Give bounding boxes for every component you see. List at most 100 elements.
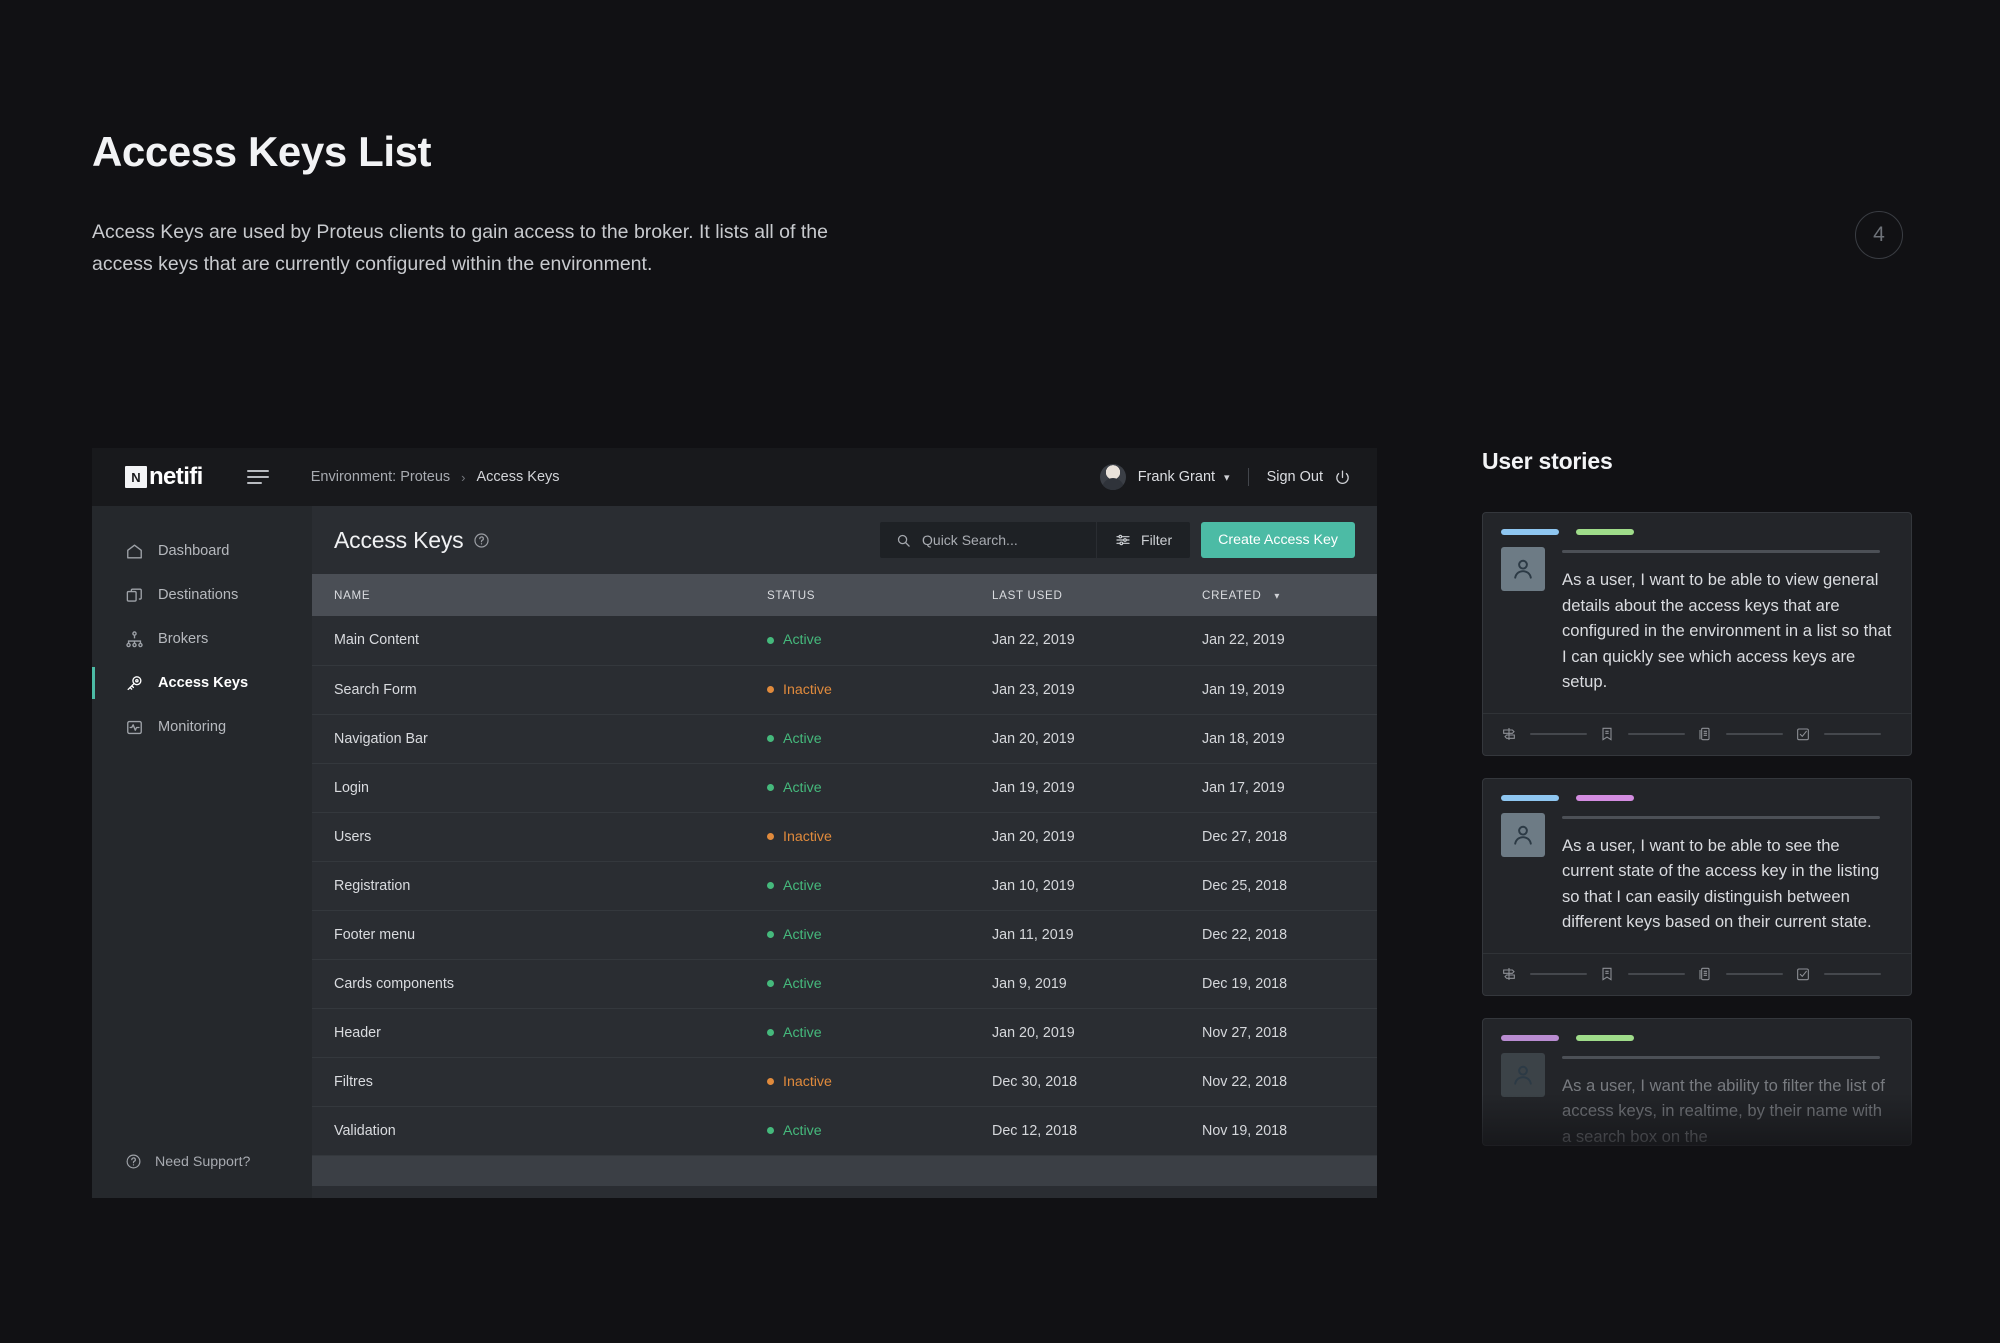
help-circle-icon[interactable]: [473, 532, 490, 549]
breadcrumb-environment[interactable]: Environment: Proteus: [311, 469, 450, 485]
placeholder-line: [1530, 973, 1587, 976]
cell-status: Active: [767, 861, 992, 910]
cell-last-used: Jan 22, 2019: [992, 632, 1075, 649]
app-window: N netifi Environment: Proteus › Access K…: [92, 448, 1377, 1198]
sidebar-item-dashboard[interactable]: Dashboard: [92, 529, 312, 573]
brand-logo[interactable]: N netifi: [125, 463, 203, 491]
status-badge: Active: [767, 878, 992, 894]
table-row[interactable]: Main Content Active Jan 22, 2019 Jan 22, 20…: [312, 616, 1377, 665]
user-name[interactable]: Frank Grant: [1138, 469, 1215, 485]
content-header: Access Keys Quick Search... Filter Creat…: [312, 506, 1377, 574]
cell-last-used: Dec 12, 2018: [992, 1122, 1078, 1139]
status-badge: Active: [767, 927, 992, 943]
status-label: Inactive: [783, 681, 832, 698]
page-number-badge: 4: [1855, 211, 1903, 259]
user-story-card[interactable]: As a user, I want to be able to view gen…: [1482, 512, 1912, 756]
column-header-created-label: CREATED: [1202, 588, 1262, 602]
status-badge: Active: [767, 780, 992, 796]
sidebar-item-brokers[interactable]: Brokers: [92, 617, 312, 661]
story-meta-item[interactable]: [1501, 726, 1599, 742]
table-row[interactable]: Header Active Jan 20, 2019 Nov 27, 2018: [312, 1008, 1377, 1057]
status-dot-icon: [767, 1029, 774, 1036]
avatar[interactable]: [1099, 464, 1126, 490]
chevron-right-icon: ›: [461, 469, 466, 485]
cell-last-used: Jan 20, 2019: [992, 1024, 1075, 1041]
status-dot-icon: [767, 1127, 774, 1134]
user-story-card[interactable]: As a user, I want to be able to see the …: [1482, 777, 1912, 996]
cell-name: Filtres: [334, 1073, 373, 1090]
table-row[interactable]: Filtres Inactive Dec 30, 2018 Nov 22, 2018: [312, 1057, 1377, 1106]
sidebar-item-destinations[interactable]: Destinations: [92, 573, 312, 617]
home-icon: [125, 542, 144, 561]
cell-status: Active: [767, 959, 992, 1008]
cell-status: Inactive: [767, 665, 992, 714]
story-meta-item[interactable]: [1697, 966, 1795, 982]
column-header-created[interactable]: CREATED ▾: [1202, 574, 1377, 616]
story-text: As a user, I want to be able to see the …: [1562, 835, 1880, 932]
intro-block: Access Keys List Access Keys are used by…: [92, 128, 852, 280]
cell-last-used: Jan 11, 2019: [992, 926, 1074, 943]
story-meta-item[interactable]: [1599, 726, 1697, 742]
logo-text: netifi: [149, 463, 203, 490]
create-access-key-button[interactable]: Create Access Key: [1201, 522, 1355, 558]
table-head: NAME STATUS LAST USED CREATED ▾: [312, 574, 1377, 616]
table-row[interactable]: Users Inactive Jan 20, 2019 Dec 27, 2018: [312, 812, 1377, 861]
table-row[interactable]: Cards components Active Jan 9, 2019 Dec 19,…: [312, 959, 1377, 1008]
search-input[interactable]: [922, 532, 1081, 548]
cell-status: Active: [767, 1106, 992, 1155]
cell-created: Dec 25, 2018: [1202, 877, 1288, 894]
cell-created: Jan 18, 2019: [1202, 730, 1285, 747]
content-title: Access Keys: [334, 526, 464, 553]
sign-out-button[interactable]: Sign Out: [1267, 469, 1323, 485]
cell-last-used: Jan 10, 2019: [992, 877, 1075, 894]
status-dot-icon: [767, 833, 774, 840]
table-row[interactable]: Footer menu Active Jan 11, 2019 Dec 22, 201…: [312, 910, 1377, 959]
status-dot-icon: [767, 1078, 774, 1085]
status-dot-icon: [767, 735, 774, 742]
cell-last-used: Jan 20, 2019: [992, 828, 1075, 845]
power-icon[interactable]: [1334, 469, 1351, 486]
status-label: Active: [783, 877, 822, 894]
column-header-status[interactable]: STATUS: [767, 574, 992, 616]
sidebar-nav: Dashboard Destinations Brokers Access Ke…: [92, 506, 312, 749]
need-support-link[interactable]: Need Support?: [125, 1153, 250, 1170]
cell-created: Dec 27, 2018: [1202, 828, 1288, 845]
sidebar-item-monitoring[interactable]: Monitoring: [92, 705, 312, 749]
story-meta-item[interactable]: [1501, 966, 1599, 982]
table-row[interactable]: Validation Active Dec 12, 2018 Nov 19, 2018: [312, 1106, 1377, 1155]
story-text-column: As a user, I want to be able to view gen…: [1562, 547, 1893, 713]
filter-button[interactable]: Filter: [1097, 532, 1190, 548]
signpost-icon: [1501, 966, 1517, 982]
story-meta-item[interactable]: [1599, 966, 1697, 982]
status-label: Inactive: [783, 828, 832, 845]
story-body: As a user, I want the ability to filter …: [1501, 1052, 1893, 1145]
cell-last-used: Jan 20, 2019: [992, 730, 1075, 747]
table-row[interactable]: Login Active Jan 19, 2019 Jan 17, 2019: [312, 763, 1377, 812]
layers-icon: [125, 586, 144, 605]
column-header-last-used[interactable]: LAST USED: [992, 574, 1202, 616]
chevron-down-icon[interactable]: ▾: [1224, 471, 1230, 484]
cell-last-used: Dec 30, 2018: [992, 1073, 1078, 1090]
placeholder-line: [1628, 973, 1685, 976]
story-text-column: As a user, I want the ability to filter …: [1562, 1053, 1893, 1145]
user-stories-title: User stories: [1482, 448, 1613, 474]
story-meta-item[interactable]: [1795, 966, 1893, 982]
story-text: As a user, I want to be able to view gen…: [1562, 570, 1892, 692]
user-story-card[interactable]: As a user, I want the ability to filter …: [1482, 1017, 1912, 1146]
table-row[interactable]: Navigation Bar Active Jan 20, 2019 Jan 18, …: [312, 714, 1377, 763]
status-badge: Active: [767, 1123, 992, 1139]
story-meta-item[interactable]: [1697, 726, 1795, 742]
story-meta-item[interactable]: [1795, 726, 1893, 742]
search-box[interactable]: [880, 532, 1096, 548]
column-header-name[interactable]: NAME: [312, 574, 767, 616]
sidebar-item-label: Brokers: [158, 631, 209, 647]
user-stories-list: As a user, I want to be able to view gen…: [1482, 512, 1912, 1146]
table-row[interactable]: Search Form Inactive Jan 23, 2019 Jan 19, 2…: [312, 665, 1377, 714]
placeholder-line: [1562, 815, 1880, 819]
table-row[interactable]: Registration Active Jan 10, 2019 Dec 25, 20…: [312, 861, 1377, 910]
story-tag: [1576, 1034, 1634, 1041]
story-tag: [1501, 794, 1559, 801]
story-text-column: As a user, I want to be able to see the …: [1562, 813, 1893, 953]
menu-toggle-icon[interactable]: [246, 470, 269, 484]
sidebar-item-access-keys[interactable]: Access Keys: [92, 661, 312, 705]
